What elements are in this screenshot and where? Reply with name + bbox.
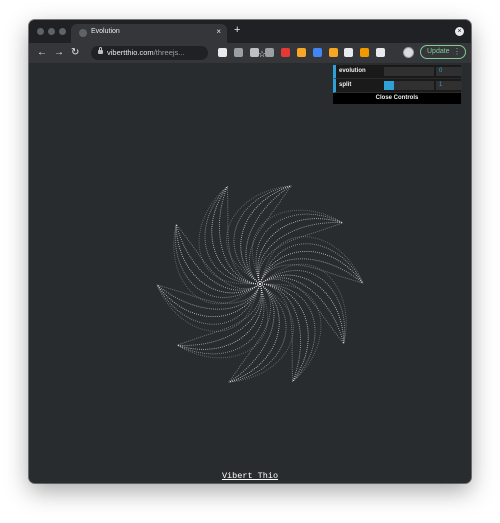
url-host: vibertthio.com <box>107 48 154 57</box>
close-controls-button[interactable]: Close Controls <box>333 93 461 104</box>
ext-10-icon[interactable] <box>360 48 370 57</box>
particle-strand <box>257 222 343 285</box>
particle-strand <box>156 283 261 304</box>
particle-strand <box>176 283 262 346</box>
split-value-input[interactable]: 1 <box>436 81 462 90</box>
petal <box>260 283 322 383</box>
maximize-window-button[interactable] <box>59 28 66 35</box>
lock-icon[interactable] <box>98 47 103 54</box>
ext-4-icon[interactable] <box>265 48 275 57</box>
browser-window: Evolution × + × ← → ↻ vibertthio.com/thr… <box>29 20 471 483</box>
puzzle-icon[interactable] <box>376 48 385 57</box>
forward-icon[interactable]: → <box>54 47 64 59</box>
petal <box>198 185 260 285</box>
author-credit-link[interactable]: Vibert Thio <box>29 471 471 481</box>
globe-icon <box>79 29 87 37</box>
petal <box>173 223 261 305</box>
ext-2-icon[interactable] <box>233 48 243 57</box>
split-slider[interactable] <box>384 81 434 90</box>
tab-title: Evolution <box>91 28 120 35</box>
particle-strand <box>259 270 346 345</box>
evolution-label: evolution <box>339 68 366 74</box>
address-bar[interactable]: vibertthio.com/threejs... ☆ <box>91 46 266 60</box>
particle-strand <box>228 283 287 383</box>
particle-strand <box>156 283 261 325</box>
particle-strand <box>259 258 364 285</box>
split-label: split <box>339 82 352 88</box>
close-window-button[interactable] <box>37 28 44 35</box>
particle-swirl <box>156 185 364 383</box>
profile-avatar[interactable] <box>403 47 414 58</box>
particle-strand <box>260 283 322 383</box>
update-button[interactable]: Update ⋮ <box>420 45 466 59</box>
particle-strand <box>259 250 364 285</box>
webgl-canvas[interactable]: evolution 0 split 1 Close Controls Viber… <box>29 63 471 483</box>
window-close-icon[interactable]: × <box>455 27 464 36</box>
ext-6-icon[interactable] <box>297 48 306 57</box>
ext-8-icon[interactable] <box>328 48 338 57</box>
menu-dots-icon[interactable]: ⋮ <box>453 47 461 56</box>
gui-row-evolution[interactable]: evolution 0 <box>333 65 462 79</box>
particle-strand <box>260 283 316 383</box>
tab-close-icon[interactable]: × <box>216 27 221 37</box>
ext-7-icon[interactable] <box>312 48 322 57</box>
particle-strand <box>176 283 265 355</box>
particle-strand <box>245 185 292 285</box>
particle-strand <box>255 213 344 285</box>
dat-gui-panel: evolution 0 split 1 Close Controls <box>333 65 462 104</box>
evolution-value-input[interactable]: 0 <box>436 67 462 76</box>
particle-strand <box>259 264 364 285</box>
ext-9-icon[interactable] <box>344 48 354 57</box>
title-bar: Evolution × + × <box>29 20 471 43</box>
particle-strand <box>260 283 309 382</box>
tab-evolution[interactable]: Evolution × <box>71 24 227 43</box>
evolution-slider[interactable] <box>384 67 434 76</box>
particle-strand <box>204 185 260 285</box>
particle-strand <box>156 283 261 318</box>
particle-strand <box>198 185 260 285</box>
gui-row-split[interactable]: split 1 <box>333 79 462 93</box>
particle-strand <box>174 223 261 298</box>
minimize-window-button[interactable] <box>48 28 55 35</box>
particle-strand <box>156 283 261 310</box>
split-slider-fill <box>384 81 394 90</box>
url-path: /threejs... <box>153 48 185 57</box>
back-icon[interactable]: ← <box>37 47 47 59</box>
particle-strand <box>177 283 263 346</box>
particle-strand <box>259 243 364 285</box>
particle-strand <box>211 186 260 285</box>
petal <box>259 263 347 345</box>
toolbar: ← → ↻ vibertthio.com/threejs... ☆ Update… <box>29 43 471 63</box>
url-text[interactable]: vibertthio.com/threejs... <box>107 48 185 57</box>
reload-icon[interactable]: ↻ <box>71 47 79 59</box>
new-tab-icon[interactable]: + <box>234 24 240 36</box>
particle-strand <box>233 185 292 285</box>
particle-strand <box>228 283 275 383</box>
ext-5-icon[interactable] <box>281 48 291 57</box>
update-label: Update <box>427 48 450 55</box>
ext-1-icon[interactable] <box>218 48 227 57</box>
particle-strand <box>258 222 344 285</box>
ext-3-icon[interactable] <box>249 48 259 57</box>
